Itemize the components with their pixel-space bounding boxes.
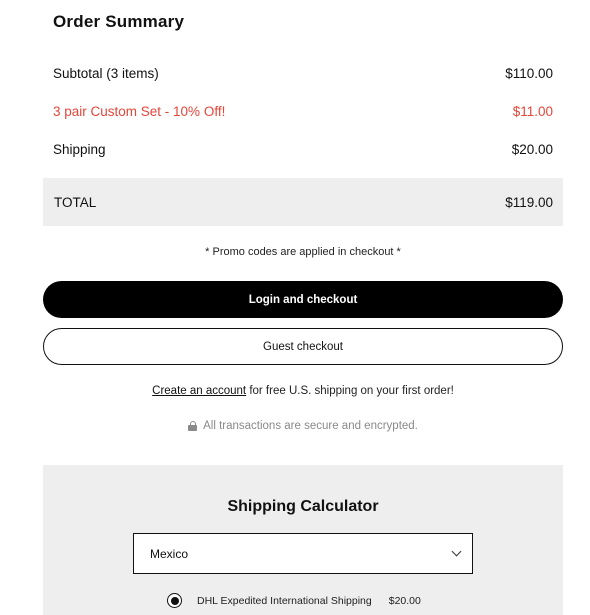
create-account-prompt: Create an account for free U.S. shipping… <box>43 385 563 397</box>
radio-selected-dot <box>170 596 179 605</box>
country-select-value: Mexico <box>150 546 189 561</box>
subtotal-value: $110.00 <box>505 65 553 81</box>
discount-label: 3 pair Custom Set - 10% Off! <box>53 103 226 119</box>
secure-note: All transactions are secure and encrypte… <box>43 420 563 432</box>
lock-icon <box>188 421 198 431</box>
chevron-down-icon <box>451 546 462 557</box>
order-summary-page: Order Summary Subtotal (3 items) $110.00… <box>0 0 590 615</box>
shipping-option-price: $20.00 <box>388 594 421 607</box>
shipping-label: Shipping <box>53 141 106 157</box>
shipping-value: $20.00 <box>511 141 553 157</box>
country-select[interactable]: Mexico <box>133 533 473 574</box>
total-value: $119.00 <box>505 194 553 210</box>
create-account-text: for free U.S. shipping on your first ord… <box>246 385 454 397</box>
total-label: TOTAL <box>54 194 97 210</box>
subtotal-label: Subtotal (3 items) <box>53 65 159 81</box>
shipping-calculator-title: Shipping Calculator <box>227 498 379 515</box>
login-checkout-button[interactable]: Login and checkout <box>43 281 563 318</box>
shipping-calculator: Shipping Calculator Mexico DHL Expedited… <box>43 465 563 615</box>
create-account-link[interactable]: Create an account <box>152 385 246 397</box>
order-summary-title: Order Summary <box>53 12 185 31</box>
subtotal-row: Subtotal (3 items) $110.00 <box>53 63 553 83</box>
guest-checkout-button[interactable]: Guest checkout <box>43 328 563 365</box>
shipping-option-radio[interactable] <box>167 593 182 608</box>
total-row: TOTAL $119.00 <box>43 178 563 226</box>
shipping-row: Shipping $20.00 <box>53 139 553 159</box>
promo-note: * Promo codes are applied in checkout * <box>205 246 401 258</box>
discount-row: 3 pair Custom Set - 10% Off! $11.00 <box>53 101 553 121</box>
shipping-option-label: DHL Expedited International Shipping <box>197 594 372 607</box>
discount-value: $11.00 <box>512 103 553 119</box>
shipping-option[interactable]: DHL Expedited International Shipping $20… <box>167 593 421 608</box>
secure-note-text: All transactions are secure and encrypte… <box>203 420 418 432</box>
